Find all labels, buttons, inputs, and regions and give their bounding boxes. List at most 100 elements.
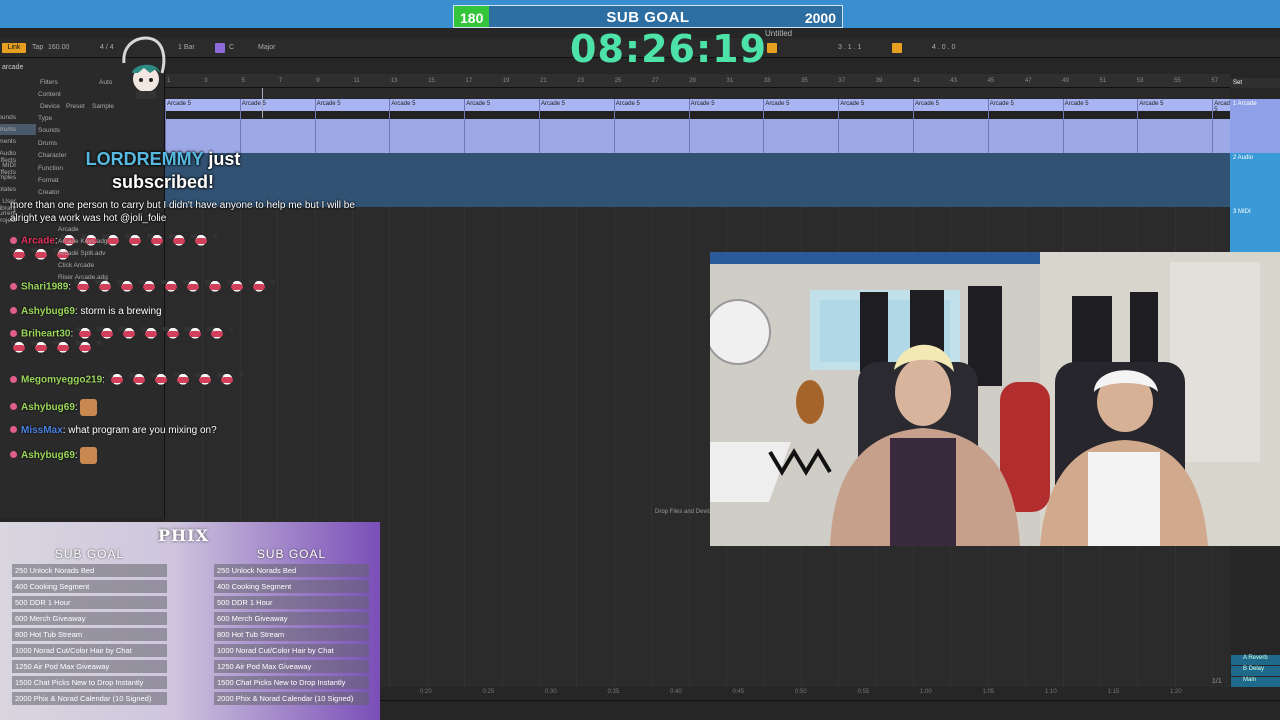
browser-category[interactable]: Current Project bbox=[0, 210, 16, 224]
chat-username[interactable]: Ashybug69 bbox=[21, 306, 75, 317]
subscriber-badge-icon bbox=[10, 451, 17, 459]
track-pager[interactable]: 1/1 bbox=[1212, 678, 1222, 685]
return-track-header[interactable]: B Delay bbox=[1231, 666, 1280, 676]
chat-emote-icon bbox=[95, 280, 121, 294]
browser-tab[interactable]: Device bbox=[40, 103, 60, 110]
scale-toggle-icon[interactable] bbox=[215, 43, 225, 53]
chat-emote-icon bbox=[170, 234, 196, 248]
midi-clip-body[interactable] bbox=[165, 119, 1230, 153]
browser-filter-item[interactable]: Format bbox=[38, 177, 59, 184]
chat-username[interactable]: MissMax bbox=[21, 425, 63, 436]
browser-filter-item[interactable]: Function bbox=[38, 165, 63, 172]
chat-emote-icon bbox=[192, 234, 218, 248]
key-root[interactable]: C bbox=[229, 44, 234, 51]
ruler-mark: 45 bbox=[987, 78, 995, 84]
chat-message: Ashybug69: storm is a brewing bbox=[10, 305, 360, 318]
subscriber-badge-icon bbox=[10, 236, 17, 244]
link-button[interactable]: Link bbox=[2, 43, 26, 53]
chat-username[interactable]: Shari1989 bbox=[21, 282, 68, 293]
clip-name: Arcade 5 bbox=[466, 101, 491, 107]
arrangement-position[interactable]: 3 . 1 . 1 bbox=[838, 44, 861, 51]
ruler-mark: 5 bbox=[241, 78, 245, 84]
time-signature[interactable]: 4 / 4 bbox=[100, 44, 114, 51]
chat-emote-icon bbox=[148, 234, 174, 248]
return-track-header[interactable]: A Reverb bbox=[1231, 655, 1280, 665]
browser-category[interactable]: Instruments bbox=[0, 138, 16, 145]
chat-emote-icon bbox=[208, 327, 234, 341]
chat-emote-icon bbox=[32, 341, 57, 355]
sub-goal-panel: PHIX SUB GOAL 250 Unlock Norads Bed 400 C… bbox=[0, 522, 380, 720]
browser-tab[interactable]: Preset bbox=[66, 103, 85, 110]
time-mark: 0:45 bbox=[732, 689, 745, 695]
chat-username[interactable]: Megomyeggo219 bbox=[21, 375, 102, 386]
browser-search-input[interactable]: arcade bbox=[0, 64, 23, 71]
auto-filter-toggle[interactable]: Auto bbox=[99, 79, 112, 86]
content-filter[interactable]: Content bbox=[38, 91, 61, 98]
browser-category[interactable]: Drums bbox=[0, 126, 16, 133]
automation-arm-icon[interactable] bbox=[767, 43, 777, 53]
chat-message: Shari1989: bbox=[10, 280, 360, 294]
clip-header-row[interactable]: Arcade 5 Arcade 5 Arcade 5 Arcade 5 Arcade 5… bbox=[165, 99, 1233, 113]
chat-username[interactable]: Ashybug69 bbox=[21, 450, 75, 461]
browser-filter-item[interactable]: Sounds bbox=[38, 127, 60, 134]
browser-result-item[interactable]: Click Arcade bbox=[58, 262, 94, 269]
ruler-mark: 9 bbox=[316, 78, 320, 84]
sub-goal-item: 1500 Chat Picks New to Drop Instantly bbox=[12, 676, 167, 689]
return-track-header[interactable]: Main bbox=[1231, 677, 1280, 687]
chat-username[interactable]: Ashybug69 bbox=[21, 402, 75, 413]
browser-result-item[interactable]: Arcade bbox=[58, 226, 79, 233]
subscriber-alert: LORDREMMY just subscribed! bbox=[58, 148, 268, 194]
playhead bbox=[262, 88, 263, 118]
chat-message: MissMax: what program are you mixing on? bbox=[10, 424, 360, 437]
sub-goal-item: 2000 Phix & Norad Calendar (10 Signed) bbox=[12, 692, 167, 705]
quantize-menu[interactable]: 1 Bar bbox=[178, 44, 195, 51]
ruler-mark: 41 bbox=[913, 78, 920, 84]
track-header[interactable]: 2 Audio bbox=[1230, 153, 1280, 207]
clip-name: Arcade 5 bbox=[765, 101, 790, 107]
tap-button[interactable]: Tap bbox=[32, 44, 43, 51]
clip-name: Arcade 5 bbox=[541, 101, 566, 107]
ruler-mark: 33 bbox=[763, 78, 771, 84]
browser-filter-item[interactable]: Drums bbox=[38, 140, 57, 147]
browser-category[interactable]: Templates bbox=[0, 186, 16, 193]
ruler-mark: 23 bbox=[577, 78, 584, 84]
scale-menu[interactable]: Major bbox=[258, 44, 276, 51]
ruler-mark: 27 bbox=[651, 78, 659, 84]
time-mark: 1:15 bbox=[1107, 689, 1120, 695]
chat-username[interactable]: Arcade bbox=[21, 236, 55, 247]
time-mark: 0:40 bbox=[670, 689, 682, 695]
time-mark: 1:00 bbox=[920, 689, 932, 695]
chat-emote-icon bbox=[80, 447, 98, 464]
browser-category[interactable]: Sounds bbox=[0, 114, 16, 121]
chat-emote-icon bbox=[164, 327, 190, 341]
clip-boundary bbox=[987, 99, 989, 153]
chat-emote-icon bbox=[126, 234, 152, 248]
sub-goal-item: 400 Cooking Segment bbox=[12, 580, 167, 593]
clip-name: Arcade 5 bbox=[1064, 101, 1089, 107]
browser-result-item[interactable]: Arcade Split.adv bbox=[58, 250, 105, 257]
sub-goal-progress-bar: 180 SUB GOAL 2000 bbox=[453, 5, 843, 28]
browser-tab[interactable]: Sample bbox=[92, 103, 114, 110]
sub-goal-list-left: SUB GOAL 250 Unlock Norads Bed 400 Cookin… bbox=[12, 546, 167, 708]
loop-toggle-icon[interactable] bbox=[892, 43, 902, 53]
browser-filter-item[interactable]: Character bbox=[38, 152, 67, 159]
track-header[interactable]: 1 Arcade bbox=[1230, 99, 1280, 153]
ruler-mark: 49 bbox=[1062, 78, 1069, 84]
filters-label[interactable]: Filters bbox=[40, 79, 58, 86]
browser-category[interactable]: Samples bbox=[0, 174, 16, 181]
arrangement-ruler[interactable]: 1 3 5 7 9 11 13 15 17 19 21 23 25 27 29 31 33 35 37 39 41 43 4… bbox=[165, 74, 1230, 88]
browser-filter-item[interactable]: Creator bbox=[38, 189, 60, 196]
chat-username[interactable]: Briheart30 bbox=[21, 329, 70, 340]
browser-result-item[interactable]: Arcade Keys.adg bbox=[58, 238, 108, 245]
grid-line bbox=[501, 207, 503, 687]
tempo-field[interactable]: 160.00 bbox=[48, 44, 69, 51]
subscriber-badge-icon bbox=[10, 282, 17, 290]
browser-filter-item[interactable]: Type bbox=[38, 115, 52, 122]
track-header[interactable]: 3 MIDI bbox=[1230, 207, 1280, 252]
loop-length[interactable]: 4 . 0 . 0 bbox=[932, 44, 955, 51]
clip-name: Arcade 5 bbox=[989, 101, 1014, 107]
browser-result-item[interactable]: Riser Arcade.adg bbox=[58, 274, 108, 281]
set-button[interactable]: Set bbox=[1230, 78, 1280, 88]
time-mark: 1:10 bbox=[1045, 689, 1057, 695]
sub-goal-item: 1000 Norad Cut/Color Hair by Chat bbox=[12, 644, 167, 657]
